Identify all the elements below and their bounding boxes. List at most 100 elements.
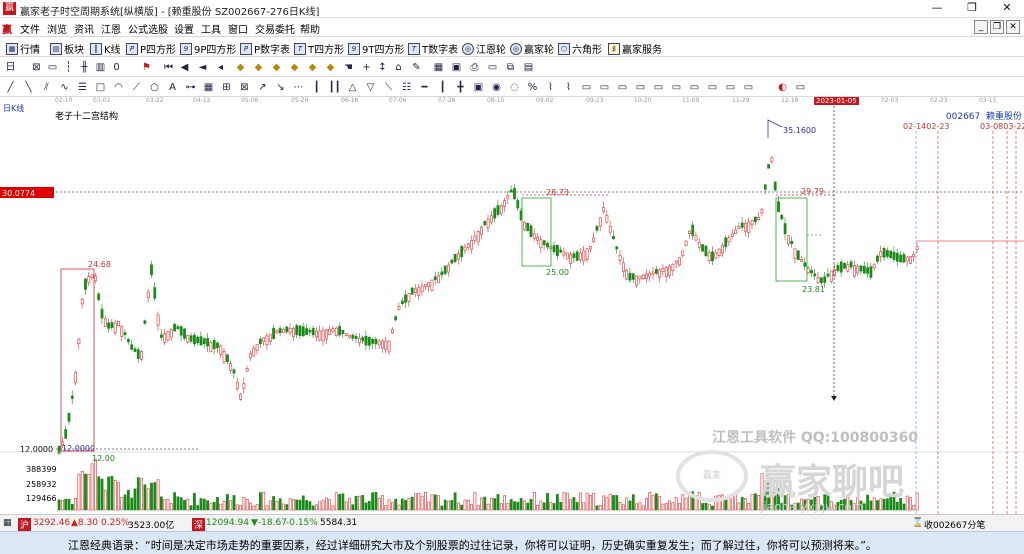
mdi-minimize-button[interactable]: _ — [974, 20, 988, 34]
draw-r2-icon[interactable]: ⌇ — [562, 81, 575, 94]
calendar-icon[interactable]: ▦ — [432, 61, 445, 74]
color-icon[interactable]: ◐ — [776, 81, 789, 94]
tool-p-square[interactable]: P P四方形 — [126, 41, 176, 56]
draw-r9-icon[interactable]: ▭ — [688, 81, 701, 94]
tool-gann-wheel[interactable]: ◎ 江恩轮 — [462, 41, 506, 56]
draw-ladder-icon[interactable]: ☷ — [400, 81, 413, 94]
flag-icon[interactable]: ⚑ — [140, 61, 153, 74]
draw-up-icon[interactable]: ↗ — [256, 81, 269, 94]
cursor-icon[interactable]: ↕ — [376, 61, 389, 74]
draw-ray-icon[interactable]: ╲ — [22, 81, 35, 94]
draw-v-icon[interactable]: ┃ — [436, 81, 449, 94]
tool-sector[interactable]: ▤ 板块 — [50, 41, 84, 56]
draw-tri2-icon[interactable]: ▽ — [364, 81, 377, 94]
tool-quotes[interactable]: ▦ 行情 — [6, 41, 40, 56]
volume-icon[interactable]: ▥ — [94, 61, 107, 74]
menu-settings[interactable]: 设置 — [174, 21, 194, 36]
diamond-icon-6[interactable]: ◆ — [324, 61, 337, 74]
eraser-icon[interactable]: ▭ — [794, 81, 807, 94]
draw-sq-icon[interactable]: ⊞ — [220, 81, 233, 94]
tool-winner-wheel[interactable]: ◎ 赢家轮 — [510, 41, 554, 56]
info-icon[interactable]: ▤ — [522, 61, 535, 74]
link-icon[interactable]: ⧉ — [504, 61, 517, 74]
tool-service[interactable]: $ 赢家服务 — [608, 41, 662, 56]
zoom-icon[interactable]: ⊠ — [30, 61, 43, 74]
menu-trade[interactable]: 交易委托 — [255, 21, 295, 36]
mdi-close-button[interactable]: ✕ — [1006, 20, 1020, 34]
print-icon[interactable]: ⎙ — [468, 61, 481, 74]
menu-info[interactable]: 资讯 — [74, 21, 94, 36]
close-button[interactable]: ✕ — [990, 0, 1024, 17]
tag-icon[interactable]: ⌂ — [392, 61, 405, 74]
ohlc-icon[interactable]: ╫ — [78, 61, 91, 74]
draw-r10-icon[interactable]: ▭ — [706, 81, 719, 94]
draw-cycle-icon[interactable]: ⊶ — [184, 81, 197, 94]
back-icon[interactable]: ◄ — [196, 61, 209, 74]
draw-tri-icon[interactable]: △ — [346, 81, 359, 94]
tool-9t-square[interactable]: 9 9T四方形 — [348, 41, 404, 56]
draw-r6-icon[interactable]: ▭ — [634, 81, 647, 94]
draw-dots-icon[interactable]: ⋯ — [292, 81, 305, 94]
draw-r5-icon[interactable]: ▭ — [616, 81, 629, 94]
percent-icon[interactable]: % — [526, 81, 539, 94]
first-icon[interactable]: ⏮ — [162, 61, 175, 74]
draw-r12-icon[interactable]: ▭ — [742, 81, 755, 94]
menu-file[interactable]: 文件 — [20, 21, 40, 36]
tool-p-table[interactable]: P P数字表 — [240, 41, 290, 56]
draw-bars-icon[interactable]: ┃┃ — [328, 81, 341, 94]
draw-ring-icon[interactable]: ◌ — [508, 81, 521, 94]
menu-browse[interactable]: 浏览 — [47, 21, 67, 36]
diamond-icon-1[interactable]: ◆ — [234, 61, 247, 74]
sh-index-icon[interactable]: ▦ — [3, 518, 12, 528]
maximize-button[interactable]: ❐ — [955, 0, 989, 17]
draw-h-icon[interactable]: ━ — [418, 81, 431, 94]
diamond-icon-4[interactable]: ◆ — [288, 61, 301, 74]
draw-r3-icon[interactable]: ▭ — [580, 81, 593, 94]
draw-circle-icon[interactable]: ○ — [148, 81, 161, 94]
paint-icon[interactable]: ✎ — [410, 61, 423, 74]
diamond-icon-2[interactable]: ◆ — [252, 61, 265, 74]
draw-cross-icon[interactable]: ╋ — [454, 81, 467, 94]
draw-r7-icon[interactable]: ▭ — [652, 81, 665, 94]
tool-t-table[interactable]: T T数字表 — [408, 41, 458, 56]
layout-icon[interactable]: ▭ — [46, 61, 59, 74]
draw-arc-icon[interactable]: ◠ — [112, 81, 125, 94]
prev-icon[interactable]: ◀ — [178, 61, 191, 74]
left-icon[interactable]: ◂ — [214, 61, 227, 74]
mdi-restore-button[interactable]: ❐ — [990, 20, 1004, 34]
draw-fan-icon[interactable]: ⟋ — [130, 81, 143, 94]
draw-r4-icon[interactable]: ▭ — [598, 81, 611, 94]
draw-fib-icon[interactable]: ☰ — [76, 81, 89, 94]
menu-help[interactable]: 帮助 — [300, 21, 320, 36]
diamond-icon-5[interactable]: ◆ — [306, 61, 319, 74]
bars-icon[interactable]: ┆ — [62, 61, 75, 74]
menu-window[interactable]: 窗口 — [228, 21, 248, 36]
draw-diag-icon[interactable]: ⟍ — [382, 81, 395, 94]
draw-wave-icon[interactable]: ∿ — [58, 81, 71, 94]
draw-circ2-icon[interactable]: ◉ — [490, 81, 503, 94]
save-icon[interactable]: ▣ — [450, 61, 463, 74]
draw-channel-icon[interactable]: ⫽ — [40, 81, 53, 94]
menu-gann[interactable]: 江恩 — [101, 21, 121, 36]
crosshair-icon[interactable]: + — [360, 61, 373, 74]
minimize-button[interactable]: — — [920, 0, 954, 17]
tool-hexagon[interactable]: ⬡ 六角形 — [558, 41, 602, 56]
period-select-icon[interactable]: 日 — [4, 61, 17, 74]
draw-x-icon[interactable]: ⊠ — [238, 81, 251, 94]
hand-icon[interactable]: ☚ — [342, 61, 355, 74]
draw-text-icon[interactable]: A — [166, 81, 179, 94]
menu-tools[interactable]: 工具 — [201, 21, 221, 36]
menu-formula[interactable]: 公式选股 — [128, 21, 168, 36]
diamond-icon-3[interactable]: ◆ — [270, 61, 283, 74]
draw-grid-icon[interactable]: ▦ — [202, 81, 215, 94]
draw-bar-icon[interactable]: ┃ — [310, 81, 323, 94]
window-icon[interactable]: ▭ — [486, 61, 499, 74]
draw-line-icon[interactable]: ╱ — [4, 81, 17, 94]
draw-down-icon[interactable]: ↘ — [274, 81, 287, 94]
indicator-icon[interactable]: 0 — [110, 61, 123, 74]
draw-r8-icon[interactable]: ▭ — [670, 81, 683, 94]
tool-t-square[interactable]: T T四方形 — [294, 41, 344, 56]
status-right[interactable]: 收002667分笔 — [924, 518, 985, 531]
draw-r1-icon[interactable]: ⌇ — [544, 81, 557, 94]
tool-9p-square[interactable]: 9 9P四方形 — [180, 41, 236, 56]
